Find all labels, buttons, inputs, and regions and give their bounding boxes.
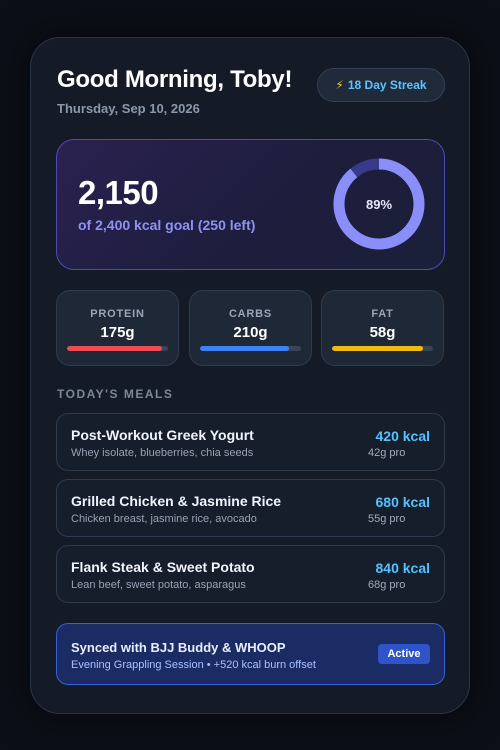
sync-title: Synced with BJJ Buddy & WHOOP [71, 640, 286, 655]
calorie-goal-text: of 2,400 kcal goal (250 left) [78, 217, 256, 233]
streak-label: 18 Day Streak [347, 78, 427, 92]
macro-card-protein[interactable]: PROTEIN 175g [56, 290, 179, 366]
meal-name: Post-Workout Greek Yogurt [71, 427, 254, 443]
dashboard-card: Good Morning, Toby! Thursday, Sep 10, 20… [30, 37, 470, 714]
meal-name: Flank Steak & Sweet Potato [71, 559, 255, 575]
meal-item[interactable]: Grilled Chicken & Jasmine Rice Chicken b… [56, 479, 445, 537]
meal-item[interactable]: Flank Steak & Sweet Potato Lean beef, sw… [56, 545, 445, 603]
meal-calories: 680 kcal [375, 494, 431, 510]
calorie-summary[interactable]: 2,150 of 2,400 kcal goal (250 left) 89% [56, 139, 445, 270]
calories-consumed: 2,150 [78, 174, 159, 211]
streak-badge[interactable]: ⚡ 18 Day Streak [317, 68, 445, 102]
sync-status-badge: Active [378, 644, 430, 664]
macro-label: PROTEIN [90, 308, 145, 320]
greeting-title: Good Morning, Toby! [57, 66, 293, 93]
macro-progress-track [67, 346, 168, 351]
current-date: Thursday, Sep 10, 2026 [57, 101, 200, 116]
meal-calories: 420 kcal [375, 428, 431, 444]
meals-section-title: TODAY'S MEALS [57, 387, 174, 401]
macro-value: 210g [233, 324, 268, 341]
macro-progress-track [332, 346, 433, 351]
meal-name: Grilled Chicken & Jasmine Rice [71, 493, 282, 509]
macro-progress-fill [200, 346, 289, 351]
meal-protein: 42g pro [368, 447, 406, 459]
sync-subtitle: Evening Grappling Session • +520 kcal bu… [71, 659, 316, 671]
macro-progress-fill [67, 346, 162, 351]
macro-value: 58g [369, 324, 396, 341]
meal-protein: 68g pro [368, 579, 406, 591]
macro-progress-fill [332, 346, 423, 351]
lightning-bolt-icon: ⚡ [335, 78, 344, 92]
macro-card-fat[interactable]: FAT 58g [321, 290, 444, 366]
macro-card-carbs[interactable]: CARBS 210g [189, 290, 312, 366]
calorie-percent: 89% [365, 196, 393, 212]
meal-protein: 55g pro [368, 513, 406, 525]
meal-description: Lean beef, sweet potato, asparagus [71, 579, 246, 591]
sync-banner[interactable]: Synced with BJJ Buddy & WHOOP Evening Gr… [56, 623, 445, 685]
meal-item[interactable]: Post-Workout Greek Yogurt Whey isolate, … [56, 413, 445, 471]
macro-label: FAT [371, 308, 394, 320]
macro-label: CARBS [228, 308, 273, 320]
macro-value: 175g [100, 324, 135, 341]
meal-description: Whey isolate, blueberries, chia seeds [71, 447, 254, 459]
meal-description: Chicken breast, jasmine rice, avocado [71, 513, 257, 525]
macro-progress-track [200, 346, 301, 351]
meal-calories: 840 kcal [375, 560, 431, 576]
